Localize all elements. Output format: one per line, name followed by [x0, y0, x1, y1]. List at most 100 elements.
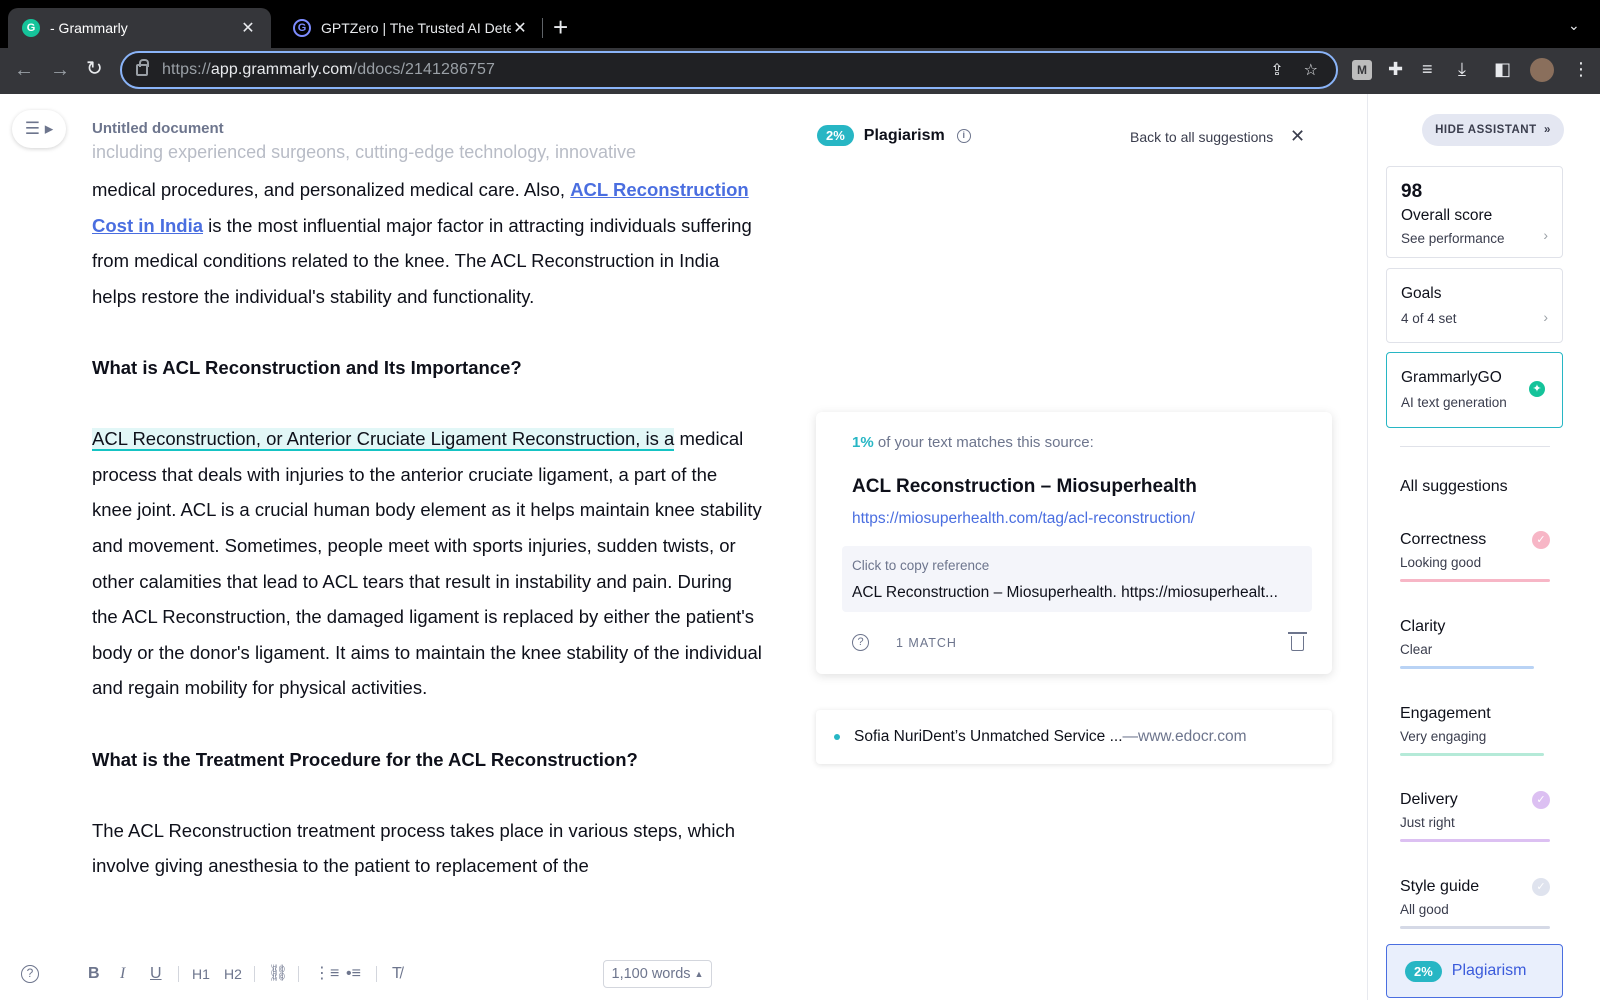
- info-icon[interactable]: i: [956, 128, 971, 143]
- bold-button[interactable]: B: [88, 964, 100, 984]
- heading-acl-importance: What is ACL Reconstruction and Its Impor…: [92, 356, 522, 378]
- sidebar-plagiarism-button[interactable]: 2% Plagiarism: [1386, 944, 1563, 998]
- grammarlygo-card[interactable]: GrammarlyGO AI text generation ✦: [1386, 352, 1563, 428]
- other-source-title: Sofia NuriDent’s Unmatched Service ...: [854, 728, 1123, 745]
- trash-icon[interactable]: [1288, 632, 1307, 651]
- all-suggestions-link[interactable]: All suggestions: [1400, 478, 1508, 496]
- toolbar-divider: [298, 966, 299, 982]
- checkmark-icon: ✓: [1532, 791, 1550, 809]
- tab-close-icon[interactable]: ✕: [239, 18, 257, 38]
- document-menu-button[interactable]: ☰ ▸: [12, 110, 66, 148]
- plagiarism-title: Plagiarism: [863, 126, 945, 144]
- category-bar: [1400, 666, 1534, 669]
- paragraph: The ACL Reconstruction treatment process…: [92, 819, 736, 877]
- download-icon[interactable]: ⤓: [1458, 58, 1466, 80]
- sidebar-divider: [1400, 446, 1550, 447]
- goals-card[interactable]: Goals 4 of 4 set ›: [1386, 268, 1563, 343]
- tab-gptzero[interactable]: G GPTZero | The Trusted AI Dete ✕: [279, 8, 543, 48]
- chevron-right-icon: ›: [1543, 227, 1548, 243]
- heading2-button[interactable]: H2: [224, 964, 242, 984]
- category-bar: [1400, 579, 1550, 582]
- overall-score-card[interactable]: 98 Overall score See performance ›: [1386, 166, 1563, 258]
- browser-menu-kebab-icon[interactable]: ⋮: [1572, 58, 1590, 80]
- side-panel-icon[interactable]: ◧: [1494, 58, 1511, 80]
- plagiarism-highlight[interactable]: ACL Reconstruction, or Anterior Cruciate…: [92, 428, 675, 452]
- heading-treatment-procedure: What is the Treatment Procedure for the …: [92, 748, 638, 770]
- close-icon[interactable]: ✕: [1290, 126, 1305, 147]
- browser-tab-bar: G - Grammarly ✕ G GPTZero | The Trusted …: [0, 0, 1600, 48]
- plagiarism-match-card[interactable]: 1% of your text matches this source: ACL…: [816, 412, 1332, 674]
- document-title[interactable]: Untitled document: [92, 120, 224, 137]
- italic-button[interactable]: I: [120, 964, 125, 984]
- category-style-guide[interactable]: Style guide All good ✓: [1400, 878, 1550, 929]
- category-bar: [1400, 926, 1550, 929]
- tab-title: - Grammarly: [50, 20, 128, 36]
- copy-reference-box[interactable]: Click to copy reference ACL Reconstructi…: [842, 546, 1312, 612]
- category-engagement[interactable]: Engagement Very engaging: [1400, 705, 1550, 756]
- overall-score-label: Overall score: [1401, 207, 1493, 224]
- source-url-link[interactable]: https://miosuperhealth.com/tag/acl-recon…: [852, 510, 1195, 528]
- category-bar: [1400, 753, 1544, 756]
- gptzero-favicon-icon: G: [293, 19, 311, 37]
- overall-score-value: 98: [1401, 181, 1423, 202]
- chevron-right-icon: ›: [1543, 309, 1548, 325]
- bookmark-star-icon[interactable]: ☆: [1304, 60, 1318, 80]
- grammarly-favicon-icon: G: [22, 19, 40, 37]
- bullet-dot-icon: [834, 734, 840, 740]
- caret-up-icon: ▲: [694, 969, 704, 979]
- grammarlygo-sub: AI text generation: [1401, 395, 1507, 410]
- profile-avatar[interactable]: [1530, 58, 1554, 82]
- extension-m-icon[interactable]: M: [1352, 60, 1372, 80]
- tab-separator: [542, 18, 543, 38]
- heading1-button[interactable]: H1: [192, 964, 210, 984]
- category-correctness[interactable]: Correctness Looking good ✓: [1400, 531, 1550, 582]
- goals-sub: 4 of 4 set: [1401, 311, 1457, 326]
- tab-search-chevron-icon[interactable]: ⌄: [1568, 17, 1580, 34]
- grammarlygo-label: GrammarlyGO: [1401, 369, 1502, 386]
- plagiarism-header: 2% Plagiarism i: [817, 125, 971, 146]
- back-arrow-icon[interactable]: ←: [14, 58, 34, 82]
- address-bar[interactable]: https://app.grammarly.com/ddocs/21412867…: [120, 51, 1338, 89]
- forward-arrow-icon[interactable]: →: [50, 58, 70, 82]
- plagiarism-percent-badge: 2%: [1405, 960, 1442, 982]
- url-text: https://app.grammarly.com/ddocs/21412867…: [162, 61, 495, 78]
- see-performance-label: See performance: [1401, 231, 1505, 246]
- toolbar-divider: [254, 966, 255, 982]
- goals-label: Goals: [1401, 285, 1442, 302]
- lightbulb-icon: ✦: [1529, 381, 1545, 397]
- category-delivery[interactable]: Delivery Just right ✓: [1400, 791, 1550, 842]
- copy-reference-label: Click to copy reference: [852, 558, 990, 573]
- numbered-list-icon[interactable]: ⋮≡: [314, 964, 339, 984]
- back-to-suggestions-link[interactable]: Back to all suggestions: [1130, 129, 1273, 145]
- reference-text: ACL Reconstruction – Miosuperhealth. htt…: [852, 584, 1278, 601]
- other-source-item[interactable]: Sofia NuriDent’s Unmatched Service ... —…: [816, 710, 1332, 764]
- source-title: ACL Reconstruction – Miosuperhealth: [852, 476, 1197, 497]
- document-body[interactable]: medical procedures, and personalized med…: [92, 172, 762, 919]
- match-summary: 1% of your text matches this source:: [852, 434, 1094, 451]
- question-help-icon[interactable]: ?: [852, 634, 869, 651]
- plagiarism-label: Plagiarism: [1451, 962, 1527, 979]
- hamburger-menu-icon: ☰ ▸: [24, 119, 54, 138]
- underline-button[interactable]: U: [150, 964, 162, 984]
- media-playlist-icon[interactable]: ≡: [1422, 58, 1433, 80]
- clear-formatting-icon[interactable]: T̸: [392, 964, 402, 984]
- word-count-button[interactable]: 1,100 words ▲: [603, 960, 712, 988]
- checkmark-icon: ✓: [1532, 531, 1550, 549]
- hide-assistant-button[interactable]: HIDE ASSISTANT »: [1422, 114, 1564, 146]
- reload-icon[interactable]: ↻: [86, 57, 103, 81]
- category-clarity[interactable]: Clarity Clear: [1400, 618, 1550, 669]
- match-count: 1 MATCH: [896, 636, 957, 650]
- link-icon[interactable]: ⛓: [268, 964, 288, 984]
- toolbar-divider: [178, 966, 179, 982]
- lock-icon: [136, 59, 149, 76]
- category-bar: [1400, 839, 1550, 842]
- share-icon[interactable]: ⇪: [1270, 60, 1283, 80]
- plagiarism-percent-badge: 2%: [817, 125, 854, 146]
- bulleted-list-icon[interactable]: •≡: [346, 964, 361, 984]
- new-tab-plus-icon[interactable]: +: [553, 13, 568, 41]
- tab-close-icon[interactable]: ✕: [511, 18, 529, 38]
- other-source-separator: —: [1122, 728, 1139, 745]
- extensions-puzzle-icon[interactable]: ✚: [1388, 58, 1403, 80]
- help-icon[interactable]: ?: [21, 965, 39, 983]
- tab-grammarly[interactable]: G - Grammarly ✕: [8, 8, 271, 48]
